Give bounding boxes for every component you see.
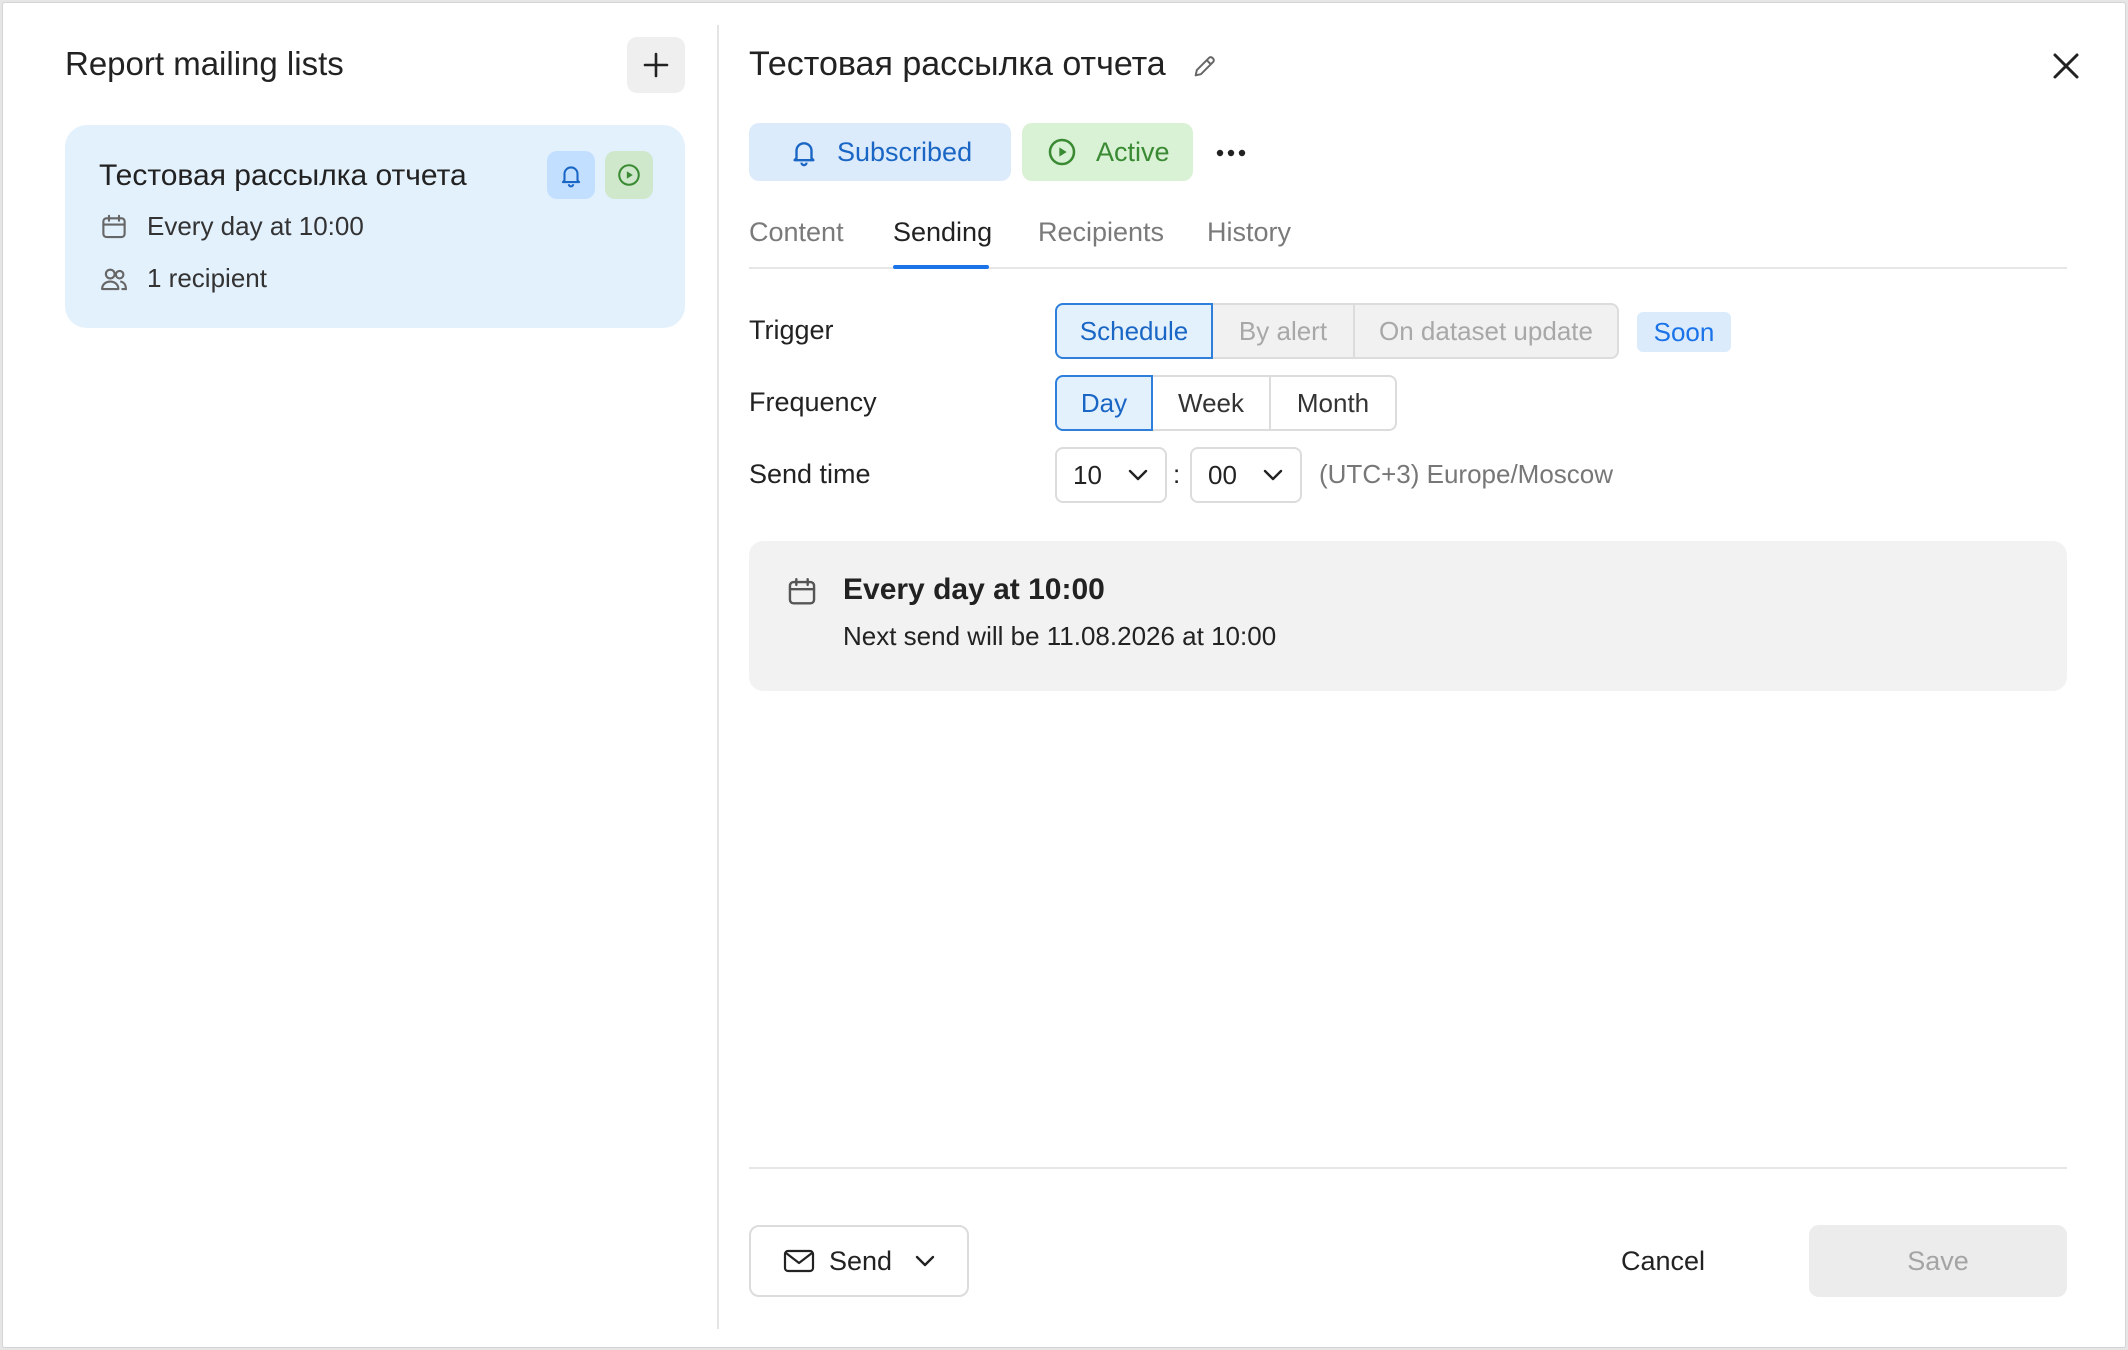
more-dots-icon — [1216, 149, 1246, 157]
close-button[interactable] — [2047, 47, 2085, 85]
add-mailing-list-button[interactable] — [627, 37, 685, 93]
bell-icon — [561, 166, 581, 188]
minute-value: 00 — [1208, 459, 1237, 490]
frequency-month-option[interactable]: Month — [1269, 375, 1397, 431]
frequency-day-option[interactable]: Day — [1055, 375, 1153, 431]
mailing-list-card[interactable]: Тестовая рассылка отчета Every day at 10… — [65, 125, 685, 328]
detail-tabs: Content Sending Recipients History — [749, 203, 2067, 269]
pencil-icon[interactable] — [1191, 52, 1219, 80]
schedule-summary: Every day at 10:00 Next send will be 11.… — [749, 541, 2067, 691]
play-circle-icon — [1048, 138, 1076, 166]
tab-history[interactable]: History — [1207, 217, 1291, 248]
subscribed-badge — [547, 151, 595, 199]
envelope-icon — [783, 1249, 815, 1273]
trigger-dataset-update-option[interactable]: On dataset update — [1353, 303, 1619, 359]
cancel-button[interactable]: Cancel — [1605, 1225, 1721, 1297]
close-icon — [2053, 53, 2079, 79]
tab-content[interactable]: Content — [749, 217, 844, 248]
tab-sending[interactable]: Sending — [893, 217, 992, 248]
trigger-by-alert-option[interactable]: By alert — [1211, 303, 1355, 359]
trigger-schedule-option[interactable]: Schedule — [1055, 303, 1213, 359]
recipients-text: 1 recipient — [147, 263, 267, 293]
play-circle-icon — [618, 164, 640, 186]
chevron-down-icon — [1128, 469, 1148, 481]
frequency-week-option[interactable]: Week — [1151, 375, 1271, 431]
active-label: Active — [1096, 136, 1170, 167]
next-send-text: Next send will be 11.08.2026 at 10:00 — [843, 621, 1277, 651]
timezone-text: (UTC+3) Europe/Moscow — [1319, 459, 1614, 489]
time-separator: : — [1173, 459, 1181, 489]
soon-badge: Soon — [1637, 312, 1731, 352]
save-button[interactable]: Save — [1809, 1225, 2067, 1297]
calendar-icon — [102, 214, 126, 238]
panel-divider — [717, 25, 719, 1329]
send-label: Send — [829, 1245, 893, 1276]
subscribed-button[interactable]: Subscribed — [749, 123, 1011, 181]
hour-select[interactable]: 10 — [1055, 447, 1167, 503]
sidebar-title: Report mailing lists — [65, 45, 344, 82]
trigger-segmented-control: Schedule By alert On dataset update — [1055, 303, 1619, 359]
mailing-list-card-title: Тестовая рассылка отчета — [99, 159, 467, 192]
more-actions-button[interactable] — [1211, 135, 1251, 171]
users-icon — [101, 268, 127, 290]
footer-divider — [749, 1167, 2067, 1169]
tab-recipients[interactable]: Recipients — [1038, 217, 1164, 248]
mailing-list-recipients: 1 recipient — [99, 263, 267, 294]
frequency-label: Frequency — [749, 387, 877, 417]
chevron-down-icon — [915, 1255, 935, 1267]
bell-icon — [793, 142, 815, 167]
mailing-lists-sidebar: Report mailing lists Тестовая рассылка о… — [3, 3, 718, 1347]
mailing-lists-dialog: Report mailing lists Тестовая рассылка о… — [2, 2, 2126, 1348]
summary-title: Every day at 10:00 — [843, 573, 1105, 606]
schedule-text: Every day at 10:00 — [147, 211, 364, 241]
active-tab-indicator — [893, 265, 989, 269]
mailing-list-schedule: Every day at 10:00 — [99, 211, 364, 242]
subscribed-label: Subscribed — [837, 136, 973, 167]
trigger-label: Trigger — [749, 315, 834, 345]
send-button[interactable]: Send — [749, 1225, 969, 1297]
active-button[interactable]: Active — [1022, 123, 1193, 181]
minute-select[interactable]: 00 — [1190, 447, 1302, 503]
frequency-segmented-control: Day Week Month — [1055, 375, 1397, 431]
chevron-down-icon — [1263, 469, 1283, 481]
calendar-icon — [788, 578, 816, 605]
mailing-list-title: Тестовая рассылка отчета — [749, 45, 1166, 83]
active-badge — [605, 151, 653, 199]
plus-icon — [643, 52, 669, 78]
hour-value: 10 — [1073, 459, 1102, 490]
send-time-label: Send time — [749, 459, 871, 489]
